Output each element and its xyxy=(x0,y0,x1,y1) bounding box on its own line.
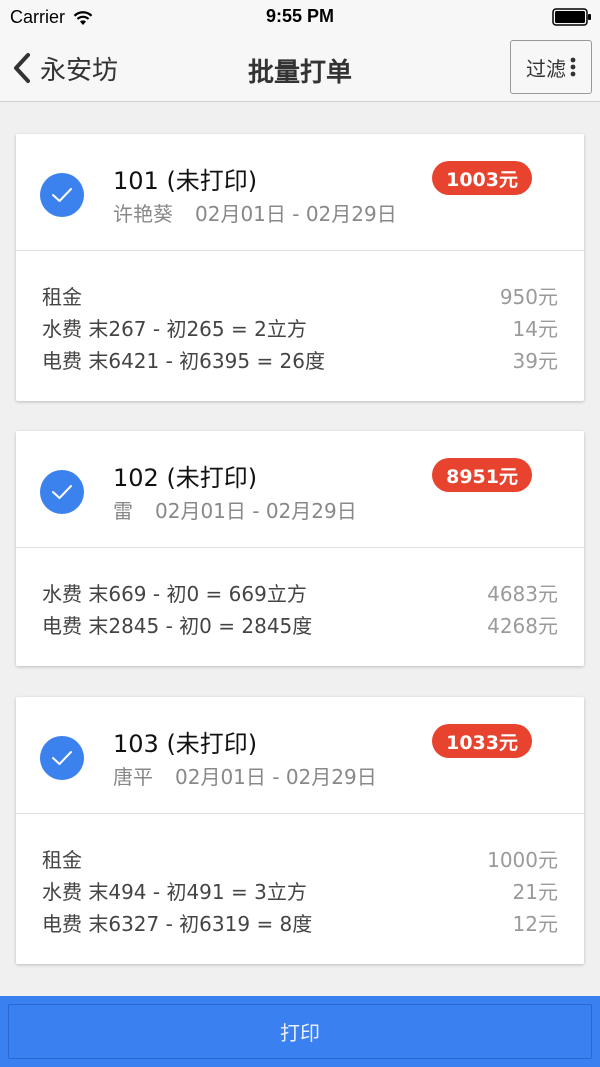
fee-row: 电费 末6421 - 初6395 = 26度 39元 xyxy=(42,343,558,375)
bill-subtitle: 唐平 02月01日 - 02月29日 xyxy=(113,761,377,790)
fee-amount: 21元 xyxy=(512,879,558,904)
checkmark-icon[interactable] xyxy=(40,470,84,514)
fee-amount: 1000元 xyxy=(487,847,558,872)
tenant-name: 雷 xyxy=(113,499,133,523)
bill-period: 02月01日 - 02月29日 xyxy=(175,765,377,789)
fee-amount: 4268元 xyxy=(487,613,558,638)
print-bar: 打印 xyxy=(0,996,600,1067)
fee-row: 水费 末267 - 初265 = 2立方 14元 xyxy=(42,311,558,343)
bill-subtitle: 许艳葵 02月01日 - 02月29日 xyxy=(113,198,397,227)
fee-label: 水费 末267 - 初265 = 2立方 xyxy=(42,316,307,341)
bill-card[interactable]: 103 (未打印) 唐平 02月01日 - 02月29日 1033元 租金 100… xyxy=(16,697,584,964)
fee-label: 租金 xyxy=(42,284,82,309)
bill-card-header: 101 (未打印) 许艳葵 02月01日 - 02月29日 1003元 xyxy=(16,134,584,251)
fee-row: 电费 末6327 - 初6319 = 8度 12元 xyxy=(42,906,558,938)
filter-button[interactable]: 过滤 xyxy=(510,40,592,94)
total-amount-badge: 1003元 xyxy=(432,161,532,195)
more-vertical-icon xyxy=(570,57,576,77)
fee-list: 租金 950元 水费 末267 - 初265 = 2立方 14元 电费 末642… xyxy=(16,251,584,401)
battery-icon xyxy=(552,8,591,26)
status-bar: Carrier 9:55 PM xyxy=(0,0,600,34)
fee-label: 水费 末494 - 初491 = 3立方 xyxy=(42,879,307,904)
fee-label: 电费 末6421 - 初6395 = 26度 xyxy=(42,348,326,373)
fee-row: 水费 末494 - 初491 = 3立方 21元 xyxy=(42,874,558,906)
fee-label: 电费 末6327 - 初6319 = 8度 xyxy=(42,911,313,936)
fee-label: 租金 xyxy=(42,847,82,872)
tenant-name: 唐平 xyxy=(113,765,153,789)
fee-label: 电费 末2845 - 初0 = 2845度 xyxy=(42,613,313,638)
fee-label: 水费 末669 - 初0 = 669立方 xyxy=(42,581,307,606)
nav-bar: 永安坊 批量打单 过滤 xyxy=(0,34,600,102)
filter-label: 过滤 xyxy=(526,56,566,81)
fee-amount: 12元 xyxy=(512,911,558,936)
bill-card[interactable]: 102 (未打印) 雷 02月01日 - 02月29日 8951元 水费 末669… xyxy=(16,431,584,666)
fee-amount: 950元 xyxy=(499,284,558,309)
checkmark-icon[interactable] xyxy=(40,736,84,780)
fee-list: 租金 1000元 水费 末494 - 初491 = 3立方 21元 电费 末63… xyxy=(16,814,584,964)
room-title: 103 (未打印) xyxy=(113,730,258,758)
bill-card[interactable]: 101 (未打印) 许艳葵 02月01日 - 02月29日 1003元 租金 95… xyxy=(16,134,584,401)
fee-amount: 14元 xyxy=(512,316,558,341)
total-amount-badge: 8951元 xyxy=(432,458,532,492)
checkmark-icon[interactable] xyxy=(40,173,84,217)
room-title: 101 (未打印) xyxy=(113,167,258,195)
fee-amount: 4683元 xyxy=(487,581,558,606)
bill-card-header: 102 (未打印) 雷 02月01日 - 02月29日 8951元 xyxy=(16,431,584,548)
bill-card-header: 103 (未打印) 唐平 02月01日 - 02月29日 1033元 xyxy=(16,697,584,814)
room-title: 102 (未打印) xyxy=(113,464,258,492)
fee-row: 电费 末2845 - 初0 = 2845度 4268元 xyxy=(42,608,558,640)
bill-period: 02月01日 - 02月29日 xyxy=(195,202,397,226)
tenant-name: 许艳葵 xyxy=(113,202,173,226)
bill-subtitle: 雷 02月01日 - 02月29日 xyxy=(113,495,357,524)
fee-list: 水费 末669 - 初0 = 669立方 4683元 电费 末2845 - 初0… xyxy=(16,548,584,666)
fee-row: 租金 950元 xyxy=(42,279,558,311)
bill-period: 02月01日 - 02月29日 xyxy=(155,499,357,523)
fee-row: 租金 1000元 xyxy=(42,842,558,874)
total-amount-badge: 1033元 xyxy=(432,724,532,758)
fee-amount: 39元 xyxy=(512,348,558,373)
status-time: 9:55 PM xyxy=(265,6,335,26)
bill-list: 101 (未打印) 许艳葵 02月01日 - 02月29日 1003元 租金 95… xyxy=(0,103,600,996)
fee-row: 水费 末669 - 初0 = 669立方 4683元 xyxy=(42,576,558,608)
print-button[interactable]: 打印 xyxy=(8,1004,592,1059)
